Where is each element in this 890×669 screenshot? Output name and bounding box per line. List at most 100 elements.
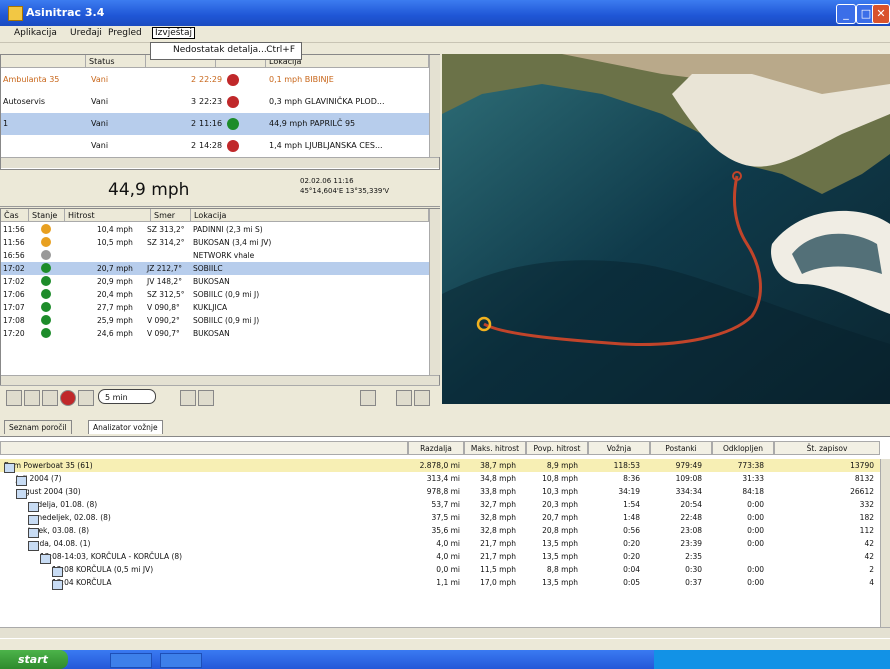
table-cell: 20,7 mph — [542, 513, 578, 522]
table-cell: 2 — [869, 565, 874, 574]
table-cell: 8132 — [854, 474, 874, 483]
menu-aplikacija[interactable]: Aplikacija — [14, 28, 57, 38]
row-label: 12:04 KORČULA — [52, 578, 111, 590]
table-cell: 979:49 — [675, 461, 702, 470]
column-header-max-speed[interactable]: Maks. hitrost — [464, 441, 526, 455]
log-location: KUKLJICA — [193, 303, 228, 312]
log-row[interactable]: 17:06 20,4 mph SZ 312,5° SOBIILC (0,9 mi… — [1, 288, 429, 301]
column-header-status[interactable]: Status — [86, 55, 146, 68]
minimize-icon[interactable]: _ — [836, 4, 856, 24]
log-row[interactable]: 17:20 24,6 mph V 090,7° BUKOSAN — [1, 327, 429, 339]
table-cell: 10,8 mph — [542, 474, 578, 483]
table-cell: 0:00 — [747, 578, 764, 587]
export-icon[interactable] — [396, 390, 412, 406]
close-icon[interactable]: ✕ — [872, 4, 890, 24]
current-speed: 44,9 mph — [108, 180, 190, 200]
table-cell: 0:56 — [623, 526, 640, 535]
vehicle-row[interactable]: Ambulanta 35 Vani 2 22:29 0,1 mph BIBINJ… — [1, 69, 429, 91]
log-direction: V 090,8° — [147, 303, 180, 312]
table-row[interactable]: torek, 03.08. (8) 35,6 mi 32,8 mph 20,8 mph… — [0, 524, 880, 538]
log-row[interactable]: 11:56 10,5 mph SZ 314,2° BUKOSAN (3,4 mi… — [1, 236, 429, 249]
menu-izvjestaj[interactable]: Izvještaj — [152, 27, 195, 39]
drive-analysis-table: Razdalja Maks. hitrost Povp. hitrost Vož… — [0, 436, 890, 639]
table-cell: 20:54 — [680, 500, 702, 509]
column-header-distance[interactable]: Razdalja — [408, 441, 464, 455]
table-cell: 21,7 mph — [480, 552, 516, 561]
horizontal-scrollbar[interactable] — [0, 627, 890, 638]
table-row[interactable]: ponedeljek, 02.08. (8) 37,5 mi 32,8 mph 20,… — [0, 511, 880, 525]
state-icon — [41, 224, 51, 234]
table-cell: 0:00 — [747, 513, 764, 522]
log-row[interactable]: 11:56 10,4 mph SZ 313,2° PADINNI (2,3 mi… — [1, 223, 429, 236]
play-icon[interactable] — [78, 390, 94, 406]
table-cell: 1:48 — [623, 513, 640, 522]
taskbar-button[interactable] — [110, 653, 152, 668]
row-label: ponedeljek, 02.08. (8) — [28, 513, 111, 525]
row-label: torek, 03.08. (8) — [28, 526, 89, 538]
log-row[interactable]: 16:56 NETWORK vhale — [1, 249, 429, 262]
log-row[interactable]: 17:02 20,9 mph JV 148,2° BUKOSAN — [1, 275, 429, 288]
column-header-state[interactable]: Stanje — [29, 209, 65, 222]
vehicle-count: 2 — [191, 75, 197, 84]
menu-uredaji[interactable]: Uređaji — [70, 28, 102, 38]
vehicle-count: 3 — [191, 97, 197, 106]
list-icon[interactable] — [6, 390, 22, 406]
table-cell: 37,5 mi — [431, 513, 460, 522]
vertical-scrollbar[interactable] — [880, 459, 890, 627]
back-icon[interactable] — [24, 390, 40, 406]
vehicle-row[interactable]: Autoservis Vani 3 22:23 0,3 mph GLAVINIČ… — [1, 91, 429, 113]
stop-icon[interactable] — [42, 390, 58, 406]
tab-report-list[interactable]: Seznam poročil — [4, 420, 72, 434]
log-row[interactable]: 17:08 25,9 mph V 090,2° SOBIILC (0,9 mi … — [1, 314, 429, 327]
menu-pregled[interactable]: Pregled — [108, 28, 142, 38]
vehicle-row-selected[interactable]: 1 Vani 2 11:16 44,9 mph PAPRILČ 95 — [1, 113, 429, 135]
table-row[interactable]: Juli 2004 (7) 313,4 mi 34,8 mph 10,8 mph 8:3… — [0, 472, 880, 486]
interval-select[interactable]: 5 min — [98, 389, 156, 404]
vertical-scrollbar[interactable] — [429, 209, 440, 375]
column-header[interactable] — [0, 441, 408, 455]
table-row[interactable]: 12:08-14:03, KORČULA - KORČULA (8) 4,0 mi… — [0, 550, 880, 564]
log-location: SOBIILC (0,9 mi J) — [193, 290, 260, 299]
tab-drive-analyzer[interactable]: Analizator vožnje — [88, 420, 163, 434]
table-cell: 38,7 mph — [480, 461, 516, 470]
row-label-text: 12:08-14:03, KORČULA - KORČULA (8) — [40, 552, 183, 561]
zoom-in-icon[interactable] — [180, 390, 196, 406]
print-icon[interactable] — [414, 390, 430, 406]
table-cell: 0:20 — [623, 539, 640, 548]
menu-item-details[interactable]: Nedostatak detalja... — [173, 45, 267, 55]
map-canvas — [442, 54, 890, 404]
column-header-direction[interactable]: Smer — [151, 209, 191, 222]
record-icon[interactable] — [60, 390, 76, 406]
playback-toolbar: 5 min — [0, 385, 440, 408]
column-header-avg-speed[interactable]: Povp. hitrost — [526, 441, 588, 455]
table-row[interactable]: 12:04 KORČULA 1,1 mi 17,0 mph 13,5 mph 0:05 0… — [0, 576, 880, 590]
vehicle-status: Vani — [91, 75, 109, 84]
system-tray — [654, 650, 890, 669]
horizontal-scrollbar[interactable] — [1, 157, 439, 168]
column-header-records[interactable]: Št. zapisov — [774, 441, 880, 455]
state-icon — [41, 328, 51, 338]
column-header-stops[interactable]: Postanki — [650, 441, 712, 455]
log-row[interactable]: 17:07 27,7 mph V 090,8° KUKLJICA — [1, 301, 429, 314]
speed-panel: 44,9 mph 02.02.06 11:16 45°14,604'E 13°3… — [0, 170, 440, 207]
column-header[interactable] — [1, 55, 86, 68]
vehicle-row[interactable]: Vani 2 14:28 1,4 mph LJUBLJANSKA CES... — [1, 135, 429, 157]
table-row[interactable]: sreda, 04.08. (1) 4,0 mi 21,7 mph 13,5 mph 0… — [0, 537, 880, 551]
mail-icon[interactable] — [360, 390, 376, 406]
taskbar-button[interactable] — [160, 653, 202, 668]
column-header-time[interactable]: Čas — [1, 209, 29, 222]
log-location: BUKOSAN — [193, 277, 230, 286]
start-button[interactable]: start — [0, 650, 68, 669]
column-header-speed[interactable]: Hitrost — [65, 209, 151, 222]
vertical-scrollbar[interactable] — [429, 55, 440, 157]
table-row[interactable]: nedelja, 01.08. (8) 53,7 mi 32,7 mph 20,3 m… — [0, 498, 880, 512]
column-header-driving[interactable]: Vožnja — [588, 441, 650, 455]
column-header-location[interactable]: Lokacija — [191, 209, 429, 222]
zoom-out-icon[interactable] — [198, 390, 214, 406]
table-row[interactable]: Bam Powerboat 35 (61) 2.878,0 mi 38,7 mph 8… — [0, 459, 880, 473]
table-row[interactable]: 12:08 KORČULA (0,5 mi JV) 0,0 mi 11,5 mph 8… — [0, 563, 880, 577]
log-row-selected[interactable]: 17:02 20,7 mph JZ 212,7° SOBIILC — [1, 262, 429, 275]
table-row[interactable]: avgust 2004 (30) 978,8 mi 33,8 mph 10,3 mph… — [0, 485, 880, 499]
column-header-disconnected[interactable]: Odklopljen — [712, 441, 774, 455]
satellite-map[interactable] — [442, 54, 890, 404]
